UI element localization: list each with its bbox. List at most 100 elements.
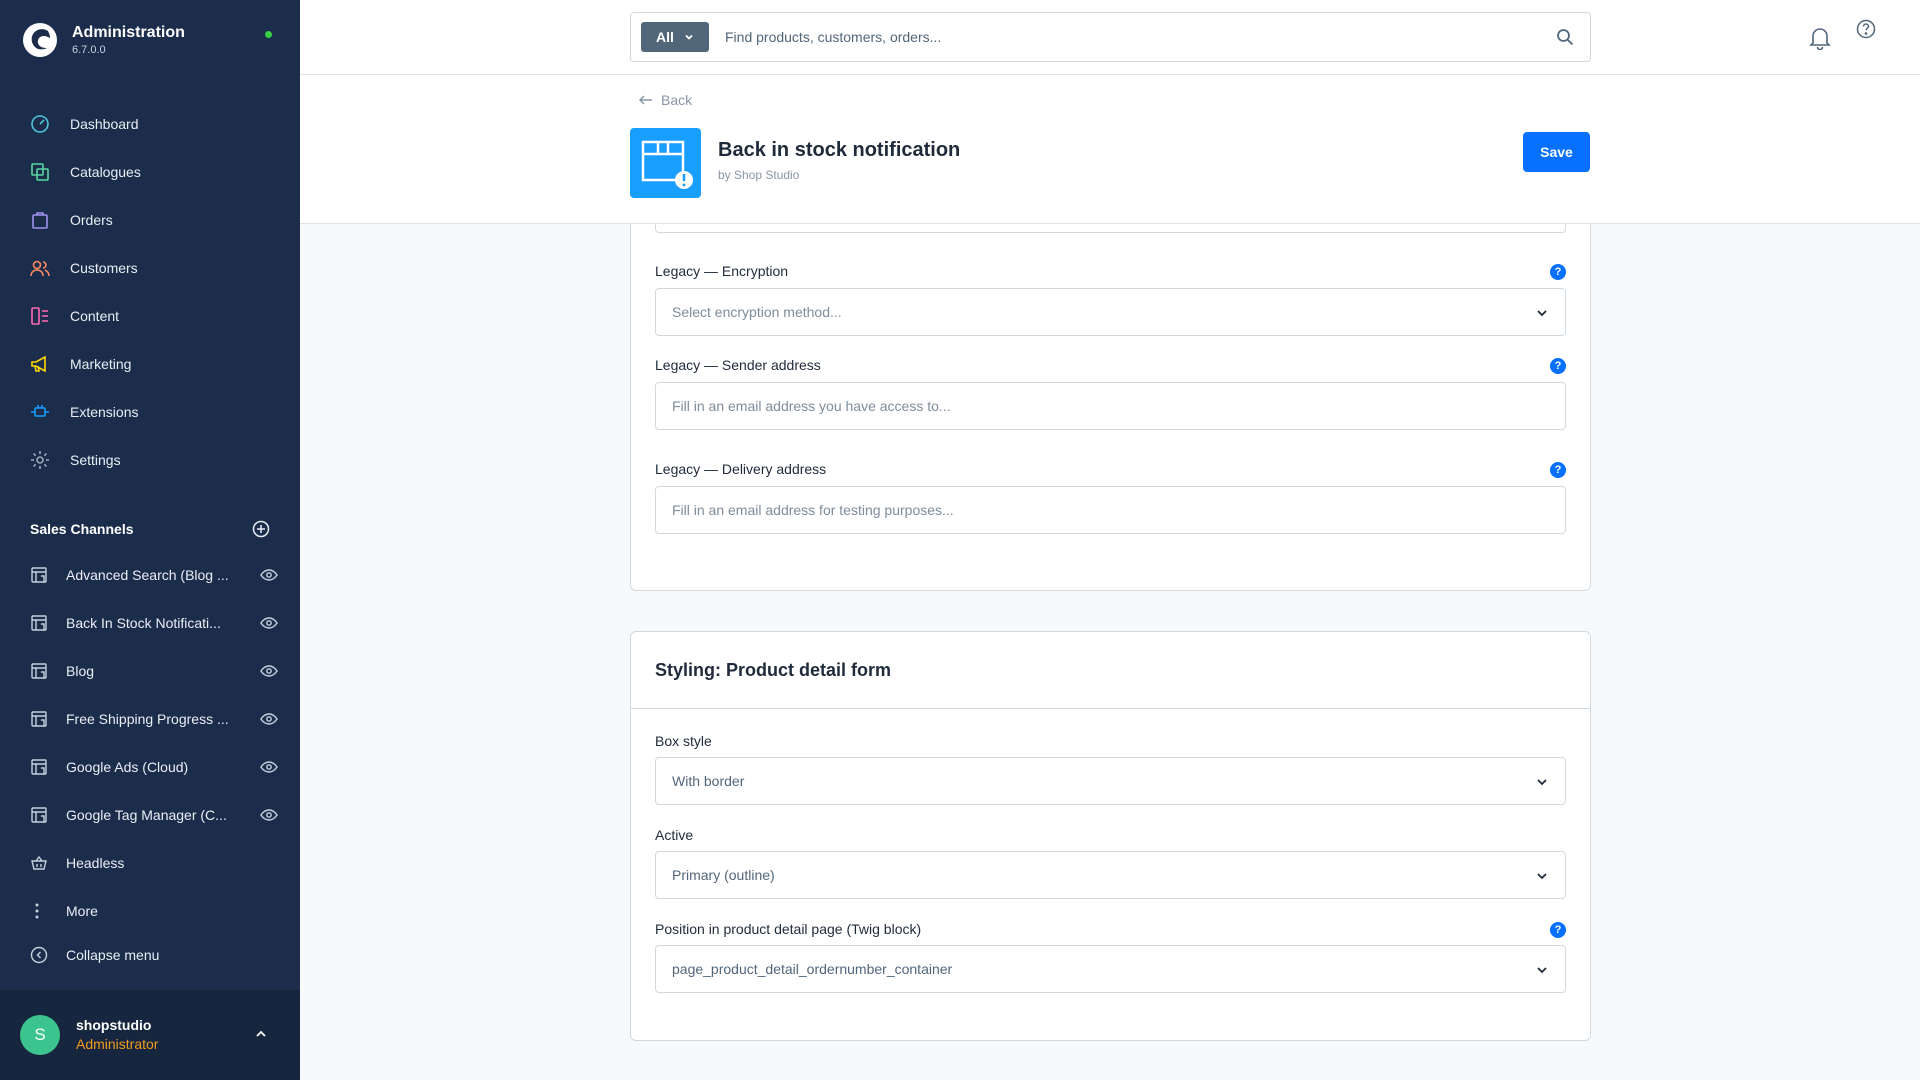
sidebar: Administration 6.7.0.0 Dashboard Catalog… <box>0 0 300 1080</box>
nav-item-catalogues[interactable]: Catalogues <box>0 148 300 196</box>
encryption-select[interactable]: Select encryption method... <box>655 288 1566 336</box>
sales-channel-label: Blog <box>66 663 95 679</box>
chevron-down-icon <box>685 34 693 40</box>
global-search[interactable]: All Find products, customers, orders... <box>630 12 1591 62</box>
gauge-icon <box>30 114 50 134</box>
status-dot <box>265 31 272 38</box>
sales-channels-title: Sales Channels <box>30 521 134 537</box>
more-vertical-icon <box>30 902 48 920</box>
package-alert-icon <box>641 140 693 189</box>
delivery-address-input[interactable]: Fill in an email address for testing pur… <box>655 486 1566 534</box>
search-type-label: All <box>656 29 674 45</box>
delivery-address-placeholder: Fill in an email address for testing pur… <box>672 502 954 518</box>
sales-channel-item[interactable]: Free Shipping Progress ... <box>0 695 300 743</box>
nav-item-orders[interactable]: Orders <box>0 196 300 244</box>
main-nav: Dashboard Catalogues Orders Customers Co… <box>0 100 300 484</box>
active-select[interactable]: Primary (outline) <box>655 851 1566 899</box>
encryption-label: Legacy — Encryption <box>655 263 789 279</box>
search-type-select[interactable]: All <box>641 22 709 52</box>
delivery-address-label: Legacy — Delivery address <box>655 461 827 477</box>
storefront-icon <box>30 662 48 680</box>
eye-icon[interactable] <box>260 806 278 824</box>
app-title: Administration <box>72 24 185 41</box>
help-icon[interactable]: ? <box>1550 922 1566 938</box>
legacy-settings-card: Legacy — Encryption ? Select encryption … <box>630 180 1591 591</box>
help-icon[interactable]: ? <box>1550 462 1566 478</box>
sales-channel-item[interactable]: Blog <box>0 647 300 695</box>
users-icon <box>30 258 50 278</box>
sales-channel-label: Google Ads (Cloud) <box>66 759 189 775</box>
sales-channels-header: Sales Channels <box>30 520 270 538</box>
eye-icon[interactable] <box>260 758 278 776</box>
storefront-icon <box>30 614 48 632</box>
sales-channel-item[interactable]: Google Ads (Cloud) <box>0 743 300 791</box>
add-circle-icon[interactable] <box>252 520 270 538</box>
search-icon[interactable] <box>1556 28 1574 46</box>
back-link[interactable]: Back <box>639 92 692 108</box>
user-menu[interactable]: S shopstudio Administrator <box>0 990 300 1080</box>
user-name: shopstudio <box>76 1017 152 1033</box>
sales-channel-label: More <box>66 903 98 919</box>
nav-item-marketing[interactable]: Marketing <box>0 340 300 388</box>
nav-label: Content <box>70 308 120 324</box>
plugin-author: by Shop Studio <box>718 168 800 182</box>
nav-label: Marketing <box>70 356 132 372</box>
nav-item-dashboard[interactable]: Dashboard <box>0 100 300 148</box>
shopware-logo <box>23 23 57 57</box>
sales-channel-item[interactable]: Google Tag Manager (C... <box>0 791 300 839</box>
arrow-left-icon <box>639 95 652 105</box>
styling-card: Styling: Product detail form Box style W… <box>630 631 1591 1041</box>
bell-icon[interactable] <box>1809 26 1831 50</box>
help-icon[interactable] <box>1856 19 1876 39</box>
collapse-menu[interactable]: Collapse menu <box>30 946 159 964</box>
back-label: Back <box>661 92 693 108</box>
eye-icon[interactable] <box>260 566 278 584</box>
nav-label: Dashboard <box>70 116 139 132</box>
nav-label: Extensions <box>70 404 139 420</box>
encryption-placeholder: Select encryption method... <box>672 304 842 320</box>
top-bar: All Find products, customers, orders... <box>300 0 1920 75</box>
help-icon[interactable]: ? <box>1550 358 1566 374</box>
nav-label: Customers <box>70 260 138 276</box>
card-title: Styling: Product detail form <box>655 660 892 680</box>
megaphone-icon <box>30 354 50 374</box>
sales-channel-label: Headless <box>66 855 125 871</box>
position-select[interactable]: page_product_detail_ordernumber_containe… <box>655 945 1566 993</box>
box-style-value: With border <box>672 773 745 789</box>
position-value: page_product_detail_ordernumber_containe… <box>672 961 953 977</box>
shopping-bag-icon <box>30 210 50 230</box>
catalogue-icon <box>30 162 50 182</box>
eye-icon[interactable] <box>260 710 278 728</box>
help-icon[interactable]: ? <box>1550 264 1566 280</box>
sales-channel-label: Free Shipping Progress ... <box>66 711 229 727</box>
card-divider <box>631 708 1590 709</box>
plugin-icon <box>630 128 701 198</box>
nav-item-content[interactable]: Content <box>0 292 300 340</box>
sales-channel-more[interactable]: More <box>0 887 300 935</box>
active-label: Active <box>655 827 694 843</box>
app-version: 6.7.0.0 <box>72 44 106 56</box>
position-label: Position in product detail page (Twig bl… <box>655 921 922 937</box>
search-input[interactable]: Find products, customers, orders... <box>725 29 941 45</box>
save-button[interactable]: Save <box>1523 132 1590 172</box>
sales-channel-item[interactable]: Advanced Search (Blog ... <box>0 551 300 599</box>
gear-icon <box>30 450 50 470</box>
nav-label: Catalogues <box>70 164 141 180</box>
sales-channel-label: Advanced Search (Blog ... <box>66 567 229 583</box>
chevron-circle-left-icon <box>30 946 48 964</box>
eye-icon[interactable] <box>260 662 278 680</box>
nav-item-customers[interactable]: Customers <box>0 244 300 292</box>
sender-address-input[interactable]: Fill in an email address you have access… <box>655 382 1566 430</box>
sales-channel-item[interactable]: Back In Stock Notificati... <box>0 599 300 647</box>
sales-channel-item[interactable]: Headless <box>0 839 300 887</box>
nav-item-extensions[interactable]: Extensions <box>0 388 300 436</box>
nav-item-settings[interactable]: Settings <box>0 436 300 484</box>
nav-label: Orders <box>70 212 113 228</box>
storefront-icon <box>30 566 48 584</box>
collapse-label: Collapse menu <box>66 947 160 963</box>
brand[interactable]: Administration 6.7.0.0 <box>22 22 185 58</box>
chevron-down-icon <box>1537 779 1547 786</box>
box-style-select[interactable]: With border <box>655 757 1566 805</box>
avatar: S <box>20 1015 60 1055</box>
eye-icon[interactable] <box>260 614 278 632</box>
